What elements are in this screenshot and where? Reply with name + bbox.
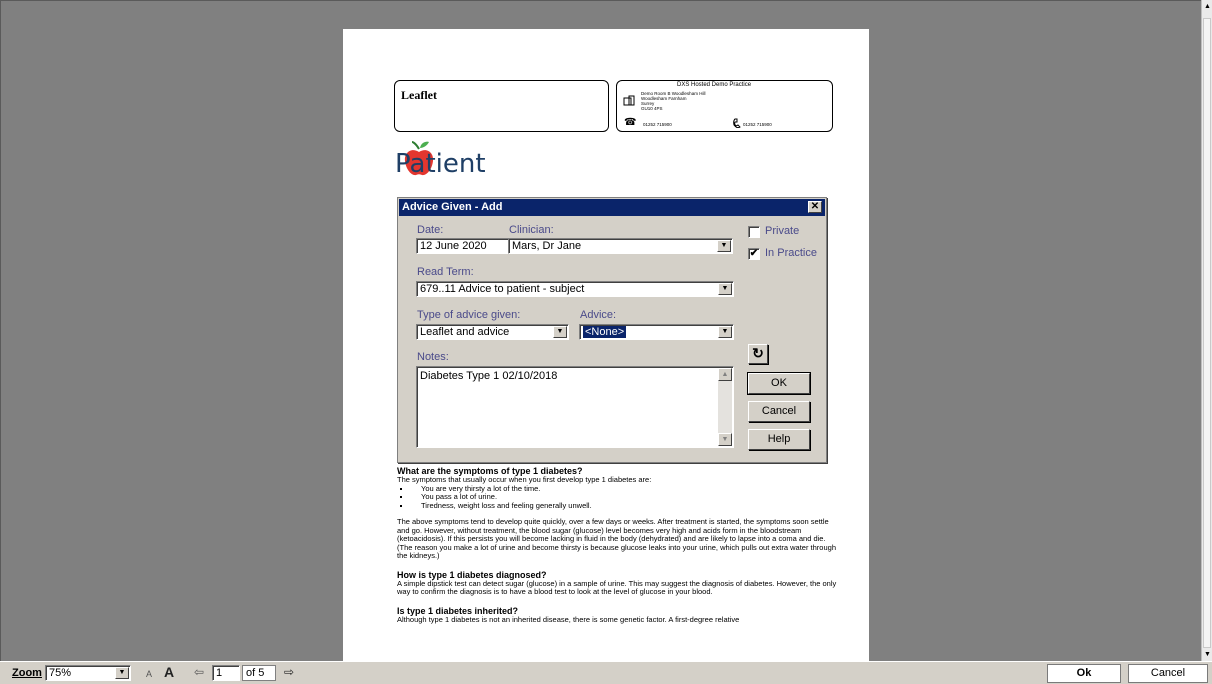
zoom-label: Zoom (12, 667, 42, 679)
previous-page-icon[interactable]: ⇦ (194, 665, 204, 679)
section-heading: Is type 1 diabetes inherited? (397, 605, 519, 616)
type-select[interactable]: Leaflet and advice ▼ (416, 324, 569, 340)
practice-box: DXS Hosted Demo Practice Demo Room B Woo… (616, 80, 833, 132)
chevron-down-icon[interactable]: ▼ (718, 326, 732, 338)
private-label: Private (765, 225, 800, 237)
ok-button[interactable]: OK (747, 372, 811, 395)
advice-given-dialog: Advice Given - Add ✕ Date: 12 June 2020 … (397, 197, 827, 463)
type-label: Type of advice given: (417, 309, 521, 321)
checkmark-icon: ✔ (749, 248, 759, 259)
advice-select[interactable]: <None> ▼ (579, 324, 734, 340)
notes-textarea[interactable]: Diabetes Type 1 02/10/2018 ▲ ▼ (416, 366, 734, 448)
chevron-down-icon[interactable]: ▼ (717, 240, 731, 252)
practice-address: Demo Room B Woodlesham Hill Woodlesham F… (641, 91, 705, 111)
page-number-input[interactable]: 1 (212, 665, 240, 681)
section-paragraph: The above symptoms tend to develop quite… (397, 517, 836, 560)
refresh-button[interactable]: ↻ (748, 344, 768, 364)
in-practice-checkbox[interactable]: ✔ (748, 248, 760, 260)
clinician-label: Clinician: (509, 224, 554, 236)
cancel-button[interactable]: Cancel (1128, 664, 1208, 683)
font-increase-icon[interactable]: A (164, 664, 174, 680)
fax-icon (733, 118, 742, 131)
scroll-down-icon[interactable]: ▼ (1203, 650, 1212, 660)
refresh-icon: ↻ (752, 345, 764, 361)
bottom-toolbar: Zoom 75% ▼ A A ⇦ 1 of 5 ⇨ Ok Cancel (0, 661, 1212, 684)
section-heading: How is type 1 diabetes diagnosed? (397, 569, 547, 580)
advice-value: <None> (583, 326, 627, 338)
leaflet-title-box: Leaflet (394, 80, 609, 132)
private-checkbox[interactable] (748, 226, 760, 238)
read-term-value: 679..11 Advice to patient - subject (420, 283, 585, 295)
scroll-thumb[interactable] (1203, 18, 1211, 648)
advice-label: Advice: (580, 309, 617, 321)
help-button[interactable]: Help (748, 429, 810, 450)
read-term-label: Read Term: (417, 266, 474, 278)
scroll-up-icon[interactable]: ▲ (718, 368, 732, 381)
clinician-value: Mars, Dr Jane (512, 240, 582, 252)
building-icon (623, 95, 635, 109)
section-paragraph: A simple dipstick test can detect sugar … (397, 578, 837, 596)
dialog-titlebar[interactable]: Advice Given - Add ✕ (399, 199, 825, 216)
dialog-title: Advice Given - Add (402, 201, 503, 213)
clinician-select[interactable]: Mars, Dr Jane ▼ (508, 238, 733, 254)
chevron-down-icon[interactable]: ▼ (718, 283, 732, 295)
practice-name: DXS Hosted Demo Practice (677, 82, 752, 88)
address-line: GU10 4PS (641, 106, 663, 111)
practice-fax: 01252 715900 (743, 122, 772, 127)
ok-button[interactable]: Ok (1047, 664, 1121, 683)
notes-value: Diabetes Type 1 02/10/2018 (420, 370, 558, 382)
phone-icon: ☎ (624, 117, 637, 128)
read-term-select[interactable]: 679..11 Advice to patient - subject ▼ (416, 281, 734, 297)
leaflet-title: Leaflet (401, 88, 437, 102)
next-page-icon[interactable]: ⇨ (284, 665, 294, 679)
font-decrease-icon[interactable]: A (146, 669, 152, 679)
notes-label: Notes: (417, 351, 449, 363)
list-item: Tiredness, weight loss and feeling gener… (411, 501, 837, 511)
section-paragraph: Although type 1 diabetes is not an inher… (397, 614, 740, 624)
in-practice-label: In Practice (765, 247, 817, 259)
close-icon[interactable]: ✕ (808, 201, 822, 213)
document-body: What are the symptoms of type 1 diabetes… (397, 466, 837, 624)
zoom-select[interactable]: 75% ▼ (45, 665, 131, 681)
date-label: Date: (417, 224, 444, 236)
page-count: of 5 (242, 665, 276, 681)
notes-scrollbar[interactable]: ▲ ▼ (718, 368, 732, 446)
logo-text: Patient (395, 149, 486, 179)
scroll-down-icon[interactable]: ▼ (718, 433, 732, 446)
vertical-scrollbar[interactable]: ▲ ▼ (1201, 0, 1212, 661)
zoom-value: 75% (49, 667, 72, 679)
practice-phone: 01252 715900 (643, 122, 672, 127)
type-value: Leaflet and advice (420, 326, 510, 338)
chevron-down-icon[interactable]: ▼ (115, 667, 129, 679)
scroll-up-icon[interactable]: ▲ (1203, 2, 1212, 12)
symptom-list: You are very thirsty a lot of the time. … (397, 484, 837, 511)
cancel-button[interactable]: Cancel (748, 401, 810, 422)
chevron-down-icon[interactable]: ▼ (553, 326, 567, 338)
